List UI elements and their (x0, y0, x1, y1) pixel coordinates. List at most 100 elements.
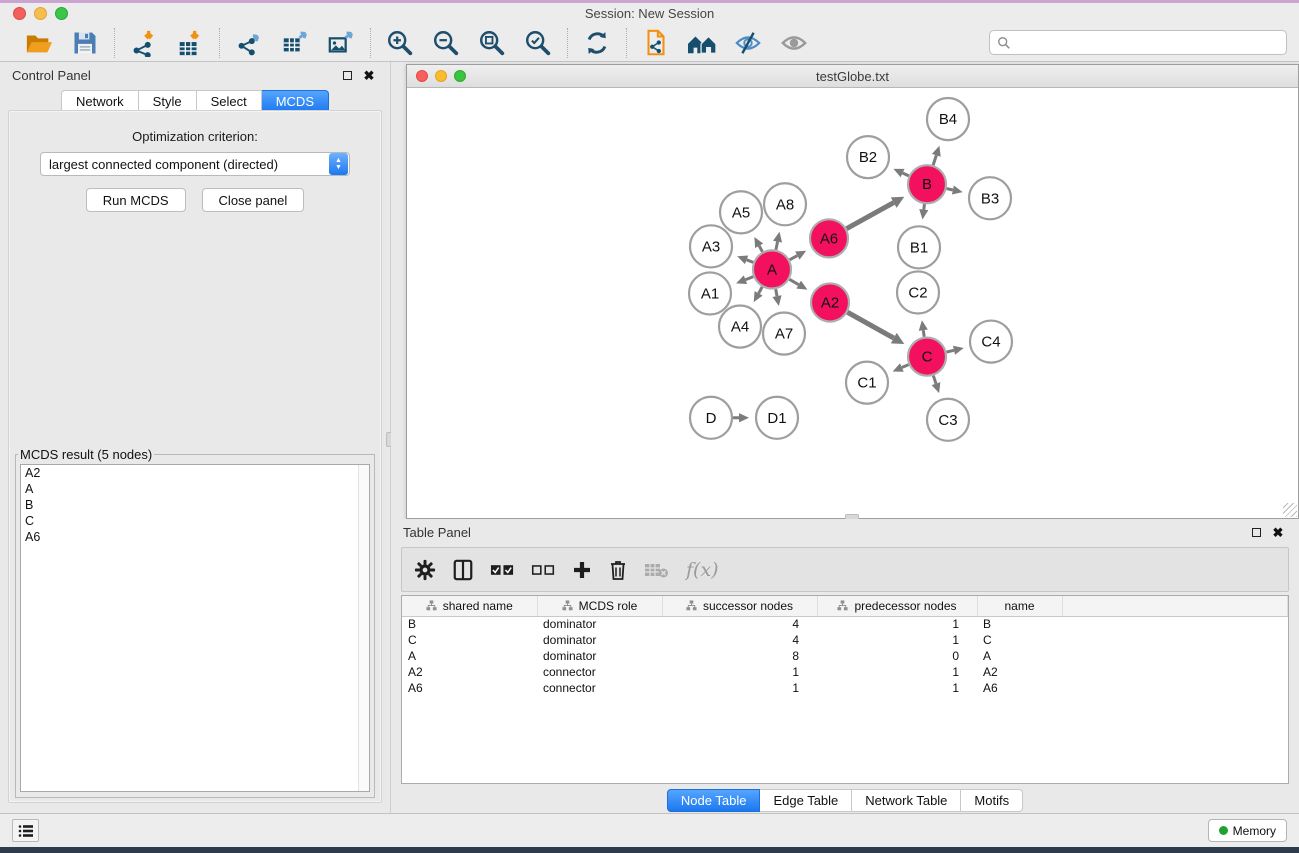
node-table[interactable]: shared nameMCDS rolesuccessor nodesprede… (401, 595, 1289, 784)
table-settings-button[interactable] (414, 555, 436, 585)
edge-C-C4[interactable] (946, 350, 954, 352)
edge-A-A6[interactable] (790, 256, 798, 260)
edge-A2-C[interactable] (847, 312, 893, 338)
edge-A-A2[interactable] (789, 279, 798, 284)
graph-node-B1[interactable]: B1 (898, 226, 940, 268)
table-cell[interactable]: B (977, 616, 1062, 632)
mcds-result-item[interactable]: B (21, 497, 369, 513)
table-cell[interactable]: A (402, 648, 537, 664)
import-table-button[interactable] (170, 27, 210, 59)
table-cell[interactable]: 1 (817, 632, 977, 648)
table-cell[interactable]: connector (537, 664, 662, 680)
select-all-button[interactable] (490, 555, 515, 585)
column-header-name[interactable]: name (977, 596, 1062, 616)
graph-node-C2[interactable]: C2 (897, 271, 939, 313)
save-session-button[interactable] (65, 27, 105, 59)
edge-B-B4[interactable] (933, 155, 936, 165)
edge-A-A1[interactable] (745, 277, 753, 280)
table-cell[interactable]: A6 (977, 680, 1062, 696)
export-image-button[interactable] (321, 27, 361, 59)
table-cell[interactable]: 1 (662, 664, 817, 680)
graph-node-D[interactable]: D (690, 397, 732, 439)
zoom-fit-button[interactable] (472, 27, 512, 59)
window-resize-grip[interactable] (1283, 503, 1297, 517)
table-row[interactable]: Cdominator41C (402, 632, 1288, 648)
edge-C-C1[interactable] (902, 365, 909, 368)
table-cell[interactable]: B (402, 616, 537, 632)
edge-A-A5[interactable] (759, 246, 762, 252)
graph-node-B[interactable]: B (908, 165, 946, 203)
zoom-out-button[interactable] (426, 27, 466, 59)
edge-B-B2[interactable] (903, 173, 909, 176)
table-row[interactable]: Adominator80A (402, 648, 1288, 664)
delete-column-button[interactable] (608, 555, 628, 585)
first-neighbors-button[interactable] (682, 27, 722, 59)
close-panel-button[interactable]: ✖ (360, 66, 378, 84)
graph-node-A8[interactable]: A8 (764, 183, 806, 225)
column-header-MCDS-role[interactable]: MCDS role (537, 596, 662, 616)
table-cell[interactable]: A6 (402, 680, 537, 696)
edge-A-A7[interactable] (776, 289, 777, 296)
zoom-in-button[interactable] (380, 27, 420, 59)
table-cell[interactable]: 4 (662, 632, 817, 648)
mcds-result-item[interactable]: A (21, 481, 369, 497)
criterion-select[interactable]: largest connected component (directed) ▲… (40, 152, 350, 176)
table-cell[interactable]: 1 (817, 680, 977, 696)
scrollbar-track[interactable] (358, 465, 369, 791)
graph-node-A7[interactable]: A7 (763, 313, 805, 355)
table-cell[interactable]: 1 (817, 664, 977, 680)
table-cell[interactable]: A2 (402, 664, 537, 680)
graph-node-A3[interactable]: A3 (690, 225, 732, 267)
graph-node-C[interactable]: C (908, 338, 946, 376)
float-panel-button[interactable] (1247, 523, 1265, 541)
search-box[interactable] (989, 30, 1287, 55)
edge-A6-B[interactable] (847, 203, 894, 229)
open-session-button[interactable] (19, 27, 59, 59)
tab-network-table[interactable]: Network Table (852, 789, 961, 812)
zoom-selected-button[interactable] (518, 27, 558, 59)
close-mcds-panel-button[interactable]: Close panel (202, 188, 305, 212)
graph-node-C3[interactable]: C3 (927, 399, 969, 441)
export-network-button[interactable] (229, 27, 269, 59)
float-panel-button[interactable] (338, 66, 356, 84)
memory-button[interactable]: Memory (1208, 819, 1287, 842)
deselect-all-button[interactable] (531, 555, 556, 585)
tab-edge-table[interactable]: Edge Table (760, 789, 852, 812)
function-builder-button[interactable]: f(x) (686, 555, 719, 585)
table-row[interactable]: Bdominator41B (402, 616, 1288, 632)
mcds-result-item[interactable]: A6 (21, 529, 369, 545)
column-header-shared-name[interactable]: shared name (402, 596, 537, 616)
graph-node-D1[interactable]: D1 (756, 397, 798, 439)
graph-node-B2[interactable]: B2 (847, 136, 889, 178)
column-chooser-button[interactable] (452, 555, 474, 585)
table-cell[interactable]: dominator (537, 632, 662, 648)
graph-node-A4[interactable]: A4 (719, 306, 761, 348)
graph-node-A[interactable]: A (753, 250, 791, 288)
table-cell[interactable]: 1 (817, 616, 977, 632)
table-cell[interactable]: 0 (817, 648, 977, 664)
edge-A-A3[interactable] (747, 260, 754, 263)
column-header-predecessor-nodes[interactable]: predecessor nodes (817, 596, 977, 616)
add-column-button[interactable] (572, 555, 592, 585)
table-cell[interactable]: 4 (662, 616, 817, 632)
edge-B-B1[interactable] (924, 204, 925, 209)
network-window-titlebar[interactable]: testGlobe.txt (407, 65, 1298, 88)
mcds-result-item[interactable]: C (21, 513, 369, 529)
table-cell[interactable]: 8 (662, 648, 817, 664)
mcds-result-list[interactable]: A2ABCA6 (20, 464, 370, 792)
graph-node-C4[interactable]: C4 (970, 321, 1012, 363)
column-header-successor-nodes[interactable]: successor nodes (662, 596, 817, 616)
table-cell[interactable]: 1 (662, 680, 817, 696)
close-panel-button[interactable]: ✖ (1269, 523, 1287, 541)
edge-C-C3[interactable] (933, 376, 936, 384)
search-input[interactable] (1016, 35, 1279, 50)
graph-node-A1[interactable]: A1 (689, 272, 731, 314)
network-canvas[interactable]: B4B2BB3B1A5A8A6A3AA1A2C2A4A7C4CC1C3DD1 (407, 88, 1298, 518)
graph-node-A6[interactable]: A6 (810, 219, 848, 257)
import-network-button[interactable] (124, 27, 164, 59)
hide-selected-button[interactable] (728, 27, 768, 59)
table-row[interactable]: A2connector11A2 (402, 664, 1288, 680)
export-table-button[interactable] (275, 27, 315, 59)
table-cell[interactable]: C (977, 632, 1062, 648)
table-cell[interactable]: A2 (977, 664, 1062, 680)
